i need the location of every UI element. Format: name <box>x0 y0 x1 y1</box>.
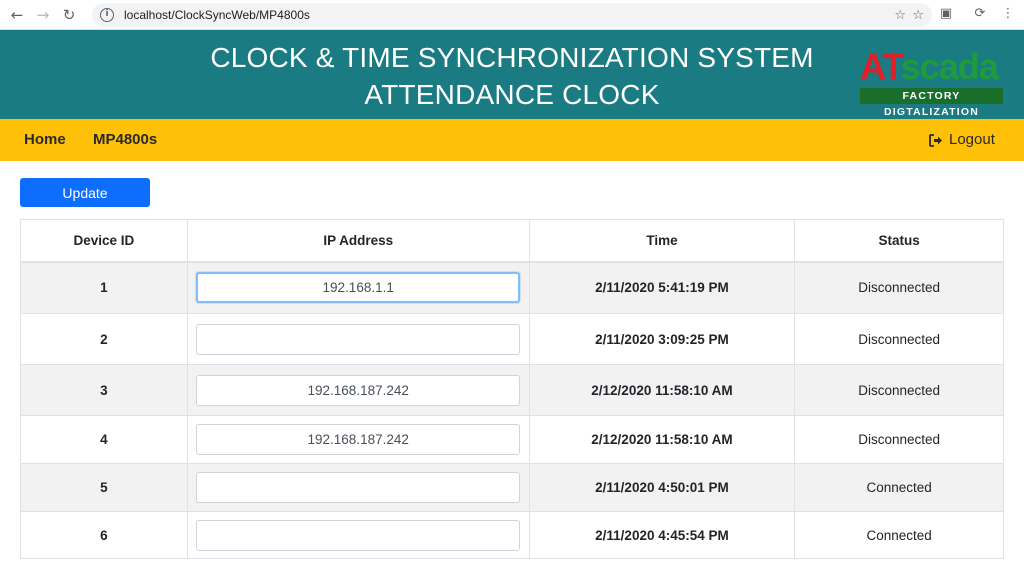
main-nav: Home MP4800s Logout <box>0 119 1024 161</box>
status-cell: Disconnected <box>794 313 1004 365</box>
table-row: 1 2/11/2020 5:41:19 PM Disconnected <box>20 261 1004 314</box>
logout-label: Logout <box>949 131 995 148</box>
bookmark-star-icon[interactable]: ☆ <box>894 8 906 23</box>
device-id-cell: 1 <box>20 261 188 314</box>
table-row: 6 2/11/2020 4:45:54 PM Connected <box>20 511 1004 559</box>
logout-link[interactable]: Logout <box>929 119 995 161</box>
device-id-cell: 5 <box>20 463 188 512</box>
sign-out-icon <box>929 133 942 147</box>
status-cell: Connected <box>794 463 1004 512</box>
browser-toolbar: ← → ↻ i localhost/ClockSyncWeb/MP4800s ☆… <box>0 0 1024 30</box>
table-header-row: Device ID IP Address Time Status <box>20 219 1004 263</box>
ip-address-input[interactable] <box>196 272 521 304</box>
header-status: Status <box>794 219 1004 263</box>
time-cell: 2/12/2020 11:58:10 AM <box>528 364 796 416</box>
header-time: Time <box>528 219 796 263</box>
nav-mp4800s-link[interactable]: MP4800s <box>93 119 157 161</box>
site-info-icon[interactable]: i <box>100 8 114 22</box>
ip-cell <box>186 261 530 314</box>
ip-cell <box>186 511 530 559</box>
time-cell: 2/11/2020 4:50:01 PM <box>528 463 796 512</box>
table-row: 4 2/12/2020 11:58:10 AM Disconnected <box>20 415 1004 464</box>
favorite-star-icon[interactable]: ☆ <box>912 8 924 23</box>
ip-address-input[interactable] <box>196 519 521 551</box>
time-cell: 2/11/2020 4:45:54 PM <box>528 511 796 559</box>
logo-tagline: FACTORY DIGTALIZATION <box>860 88 1003 118</box>
status-cell: Disconnected <box>794 415 1004 464</box>
ip-address-input[interactable] <box>196 472 521 503</box>
status-cell: Connected <box>794 511 1004 559</box>
header-device-id: Device ID <box>20 219 188 263</box>
atscada-logo: ATscada FACTORY DIGTALIZATION <box>860 46 1003 118</box>
forward-arrow-icon[interactable]: → <box>30 0 56 30</box>
time-cell: 2/11/2020 3:09:25 PM <box>528 313 796 365</box>
nav-home-link[interactable]: Home <box>24 119 66 161</box>
menu-icon[interactable]: ⋮ <box>1000 6 1016 22</box>
table-row: 2 2/11/2020 3:09:25 PM Disconnected <box>20 313 1004 365</box>
logo-wordmark: ATscada <box>860 46 999 87</box>
ip-cell <box>186 415 530 464</box>
table-row: 3 2/12/2020 11:58:10 AM Disconnected <box>20 364 1004 416</box>
address-bar[interactable]: i localhost/ClockSyncWeb/MP4800s ☆ ☆ <box>92 3 932 27</box>
ip-cell <box>186 313 530 365</box>
ip-address-input[interactable] <box>196 323 521 355</box>
table-row: 5 2/11/2020 4:50:01 PM Connected <box>20 463 1004 512</box>
ip-address-input[interactable] <box>196 374 521 406</box>
device-id-cell: 3 <box>20 364 188 416</box>
back-arrow-icon[interactable]: ← <box>4 0 30 30</box>
devices-table: Device ID IP Address Time Status 1 2/11/… <box>20 219 1004 559</box>
extension-icon[interactable]: ⟳ <box>972 6 988 22</box>
status-cell: Disconnected <box>794 364 1004 416</box>
reload-icon[interactable]: ↻ <box>56 0 82 30</box>
time-cell: 2/12/2020 11:58:10 AM <box>528 415 796 464</box>
extension-puzzle-icon[interactable]: ▣ <box>938 6 954 22</box>
ip-cell <box>186 364 530 416</box>
device-id-cell: 4 <box>20 415 188 464</box>
device-id-cell: 6 <box>20 511 188 559</box>
update-button[interactable]: Update <box>20 178 150 207</box>
time-cell: 2/11/2020 5:41:19 PM <box>528 261 796 314</box>
address-url[interactable]: localhost/ClockSyncWeb/MP4800s <box>124 8 310 22</box>
device-id-cell: 2 <box>20 313 188 365</box>
ip-cell <box>186 463 530 512</box>
header-ip-address: IP Address <box>186 219 530 263</box>
status-cell: Disconnected <box>794 261 1004 314</box>
ip-address-input[interactable] <box>196 424 521 455</box>
